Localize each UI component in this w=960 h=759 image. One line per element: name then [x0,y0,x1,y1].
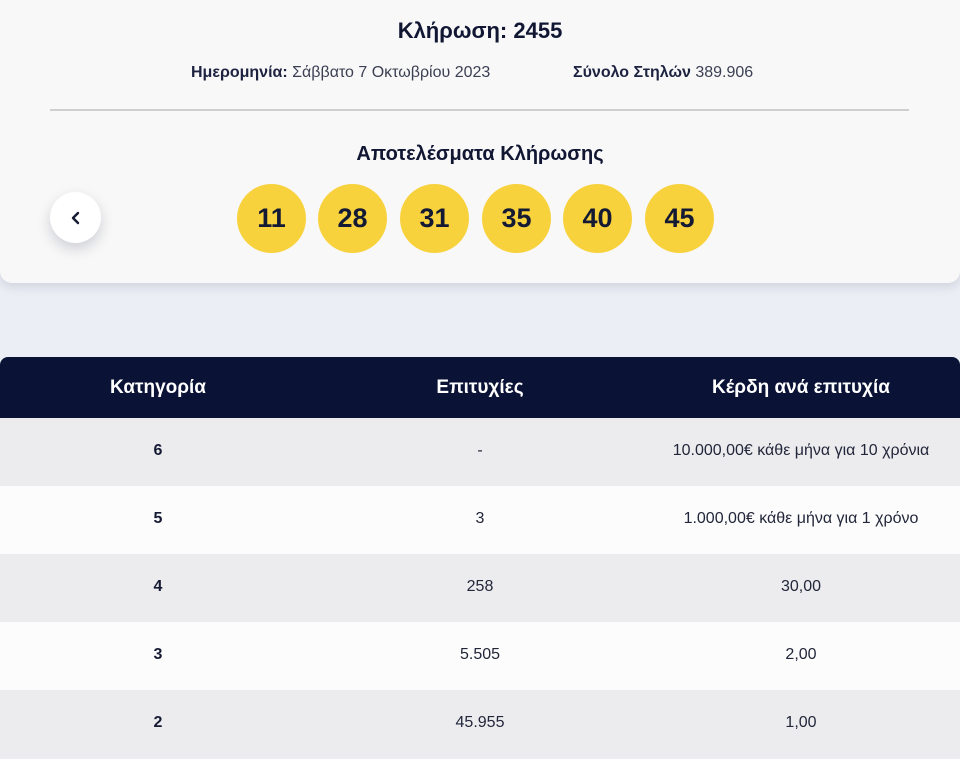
total-columns-label: Σύνολο Στηλών [573,64,691,81]
draw-card: Κλήρωση: 2455 Ημερομηνία: Σάββατο 7 Οκτω… [0,0,960,283]
cell-winners: 3 [475,510,485,527]
table-row: 4 258 30,00 [0,554,960,622]
cell-prize: 30,00 [780,578,822,595]
table-row: 6 - 10.000,00€ κάθε μήνα για 10 χρόνια [0,418,960,486]
previous-draw-button[interactable] [50,192,101,243]
cell-winners: 45.955 [455,714,505,731]
cell-winners: 5.505 [459,646,501,663]
cell-category: 2 [153,714,163,731]
table-row: 5 3 1.000,00€ κάθε μήνα για 1 χρόνο [0,486,960,554]
cell-prize: 2,00 [785,646,817,663]
cell-winners: 258 [466,578,494,595]
draw-title: Κλήρωση: 2455 [397,18,563,43]
cell-category: 5 [153,510,163,527]
total-columns-value: 389.906 [695,64,754,81]
number-ball: 11 [237,184,306,253]
results-title: Αποτελέσματα Κλήρωσης [356,143,604,165]
total-columns: Σύνολο Στηλών 389.906 [573,64,753,82]
divider [50,109,909,111]
chevron-left-icon [71,211,79,224]
cell-winners: - [477,442,483,459]
table-row: 3 5.505 2,00 [0,622,960,690]
cell-prize: 10.000,00€ κάθε μήνα για 10 χρόνια [672,442,930,459]
cell-category: 6 [153,442,163,459]
column-header-category: Κατηγορία [110,377,206,398]
number-ball: 35 [482,184,551,253]
number-ball: 45 [645,184,714,253]
number-ball: 40 [563,184,632,253]
draw-date-label: Ημερομηνία: [191,64,288,81]
cell-category: 4 [153,578,163,595]
cell-prize: 1,00 [785,714,817,731]
cell-category: 3 [153,646,163,663]
column-header-prize: Κέρδη ανά επιτυχία [712,377,890,398]
cell-prize: 1.000,00€ κάθε μήνα για 1 χρόνο [683,510,919,527]
draw-meta: Ημερομηνία: Σάββατο 7 Οκτωβρίου 2023 Σύν… [0,64,960,86]
number-ball: 28 [318,184,387,253]
draw-date-value: Σάββατο 7 Οκτωβρίου 2023 [292,64,491,81]
number-ball: 31 [400,184,469,253]
table-row: 2 45.955 1,00 [0,690,960,758]
prize-table: Κατηγορία Επιτυχίες Κέρδη ανά επιτυχία 6… [0,357,960,758]
draw-date: Ημερομηνία: Σάββατο 7 Οκτωβρίου 2023 [191,64,490,82]
table-header: Κατηγορία Επιτυχίες Κέρδη ανά επιτυχία [0,357,960,418]
column-header-winners: Επιτυχίες [436,377,524,398]
